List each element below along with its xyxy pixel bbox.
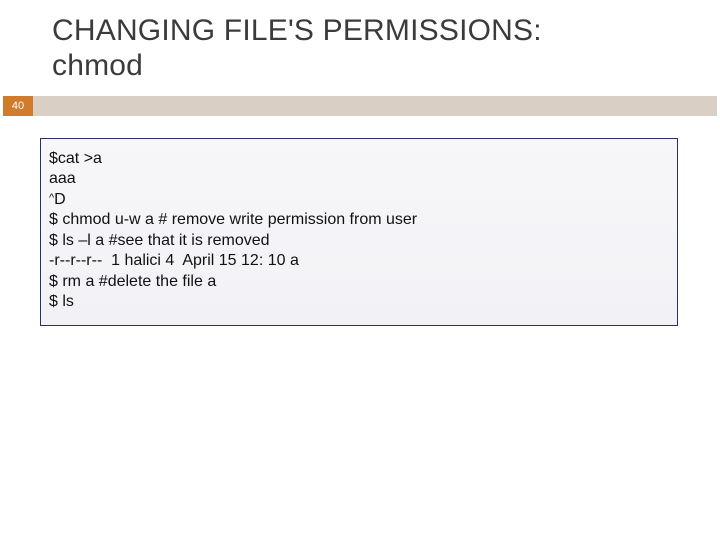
title-line-2: chmod xyxy=(52,49,143,82)
ctrl-d-rest: D xyxy=(54,191,66,208)
slide-title: CHANGING FILE'S PERMISSIONS: chmod xyxy=(52,14,672,83)
code-line: $cat >a xyxy=(49,149,669,169)
code-line: $ chmod u-w a # remove write permission … xyxy=(49,210,669,230)
code-line: ^D xyxy=(49,190,669,210)
code-line: $ ls –l a #see that it is removed xyxy=(49,231,669,251)
slide: CHANGING FILE'S PERMISSIONS: chmod 40 $c… xyxy=(0,0,720,540)
code-line: -r--r--r-- 1 halici 4 April 15 12: 10 a xyxy=(49,251,669,271)
terminal-example-box: $cat >a aaa ^D $ chmod u-w a # remove wr… xyxy=(40,138,678,326)
page-number-row: 40 xyxy=(0,96,720,116)
code-line: $ ls xyxy=(49,292,669,312)
code-line: $ rm a #delete the file a xyxy=(49,272,669,292)
code-line: aaa xyxy=(49,169,669,189)
title-line-1: CHANGING FILE'S PERMISSIONS: xyxy=(52,14,542,47)
page-number-badge: 40 xyxy=(3,96,33,116)
page-number-bar xyxy=(33,96,717,116)
